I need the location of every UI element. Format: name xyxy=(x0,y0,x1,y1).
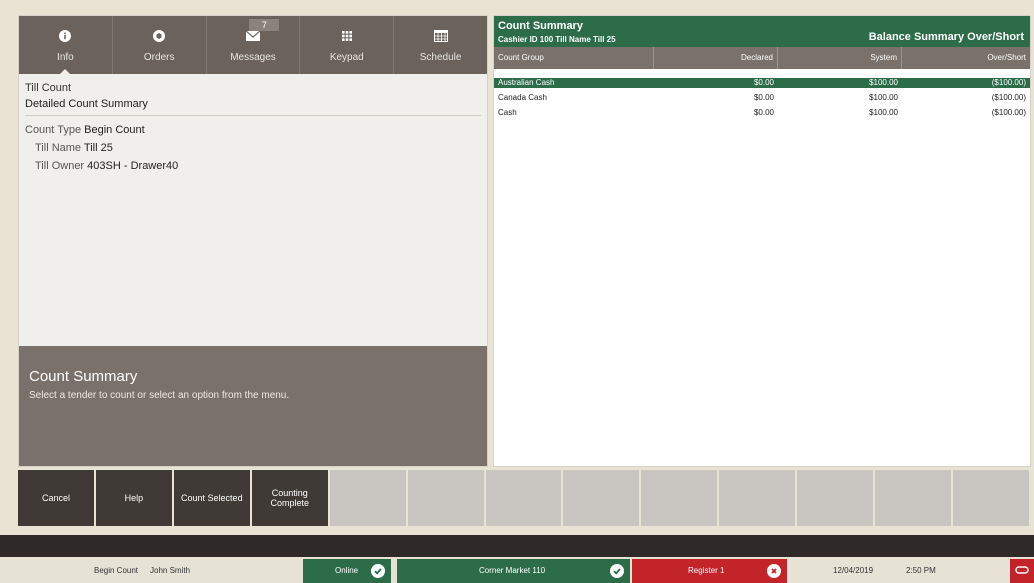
tab-messages[interactable]: 7 Messages xyxy=(207,16,301,74)
left-panel: Info Orders 7 Messages Keypad Schedule T… xyxy=(18,15,488,467)
tab-keypad[interactable]: Keypad xyxy=(300,16,395,74)
till-count-heading: Till Count xyxy=(25,82,72,94)
status-date: 12/04/2019 xyxy=(833,566,874,575)
counting-complete-line-2: Complete xyxy=(270,498,309,508)
power-icon xyxy=(1015,566,1029,576)
count-summary-box: Count Summary Select a tender to count o… xyxy=(19,346,487,466)
status-bar: Begin Count John Smith Online Corner Mar… xyxy=(0,559,1034,583)
status-time: 2:50 PM xyxy=(906,566,936,575)
store-status[interactable]: Corner Market 110 xyxy=(397,559,630,583)
top-nav: Info Orders 7 Messages Keypad Schedule xyxy=(19,16,487,75)
status-user: John Smith xyxy=(150,566,191,575)
counting-complete-button-label: Counting Complete xyxy=(270,488,309,508)
empty-action-slot xyxy=(329,470,406,526)
cancel-button[interactable]: Cancel xyxy=(18,470,94,526)
empty-action-slot xyxy=(407,470,484,526)
table-row[interactable]: Canada Cash $0.00 $100.00 ($100.00) xyxy=(494,93,1030,103)
help-button[interactable]: Help xyxy=(95,470,172,526)
col-declared: Declared xyxy=(654,47,778,69)
tab-orders[interactable]: Orders xyxy=(113,16,207,74)
table-header: Count Group Declared System Over/Short xyxy=(494,47,1030,69)
till-name-label: Till Name xyxy=(35,142,82,154)
empty-action-slot xyxy=(719,470,796,526)
tab-messages-label: Messages xyxy=(230,51,276,63)
empty-action-slot xyxy=(641,470,718,526)
row-system: $100.00 xyxy=(869,93,898,102)
row-over-short: ($100.00) xyxy=(991,93,1026,102)
row-count-group: Australian Cash xyxy=(498,78,555,87)
info-icon xyxy=(57,28,73,44)
register-status[interactable]: Register 1 xyxy=(632,559,787,583)
balance-summary-title: Balance Summary Over/Short xyxy=(868,31,1024,43)
row-over-short: ($100.00) xyxy=(991,78,1026,87)
balance-header-subtitle: Cashier ID 100 Till Name Till 25 xyxy=(498,35,616,44)
empty-action-slot xyxy=(875,470,952,526)
till-owner-row: Till Owner 403SH - Drawer40 xyxy=(35,160,178,172)
count-type-row: Count Type Begin Count xyxy=(25,124,145,136)
col-over-short: Over/Short xyxy=(987,53,1026,62)
empty-action-slot xyxy=(953,470,1029,526)
balance-header-title: Count Summary xyxy=(498,20,583,32)
counting-complete-line-1: Counting xyxy=(271,488,308,498)
tab-orders-label: Orders xyxy=(143,51,175,63)
balance-header: Count Summary Cashier ID 100 Till Name T… xyxy=(494,16,1030,47)
till-name-row: Till Name Till 25 xyxy=(35,142,113,154)
store-status-label: Corner Market 110 xyxy=(479,566,546,575)
tab-info-label: Info xyxy=(57,51,74,63)
row-declared: $0.00 xyxy=(753,78,774,87)
empty-action-slot xyxy=(797,470,874,526)
check-icon xyxy=(371,564,385,578)
count-summary-title: Count Summary xyxy=(29,368,138,385)
empty-action-slot xyxy=(485,470,562,526)
divider-band xyxy=(0,535,1034,557)
row-system: $100.00 xyxy=(869,78,898,87)
error-x-icon xyxy=(767,564,781,578)
schedule-icon xyxy=(433,28,449,44)
detailed-count-summary-heading: Detailed Count Summary xyxy=(25,98,481,116)
row-count-group: Cash xyxy=(498,108,517,117)
power-button[interactable] xyxy=(1010,559,1034,583)
online-status-label: Online xyxy=(335,566,359,575)
action-bar: Cancel Help Count Selected Counting Comp… xyxy=(18,470,1029,526)
messages-count-badge: 7 xyxy=(249,19,280,31)
keypad-icon xyxy=(339,28,355,44)
help-button-label: Help xyxy=(124,493,144,503)
table-row[interactable]: Cash $0.00 $100.00 ($100.00) xyxy=(494,108,1030,118)
table-row[interactable]: Australian Cash $0.00 $100.00 ($100.00) xyxy=(494,78,1030,88)
status-mode: Begin Count xyxy=(94,566,139,575)
row-declared: $0.00 xyxy=(753,108,774,117)
till-owner-label: Till Owner xyxy=(35,160,85,172)
row-count-group: Canada Cash xyxy=(498,93,547,102)
col-count-group: Count Group xyxy=(494,47,654,69)
till-owner-value: 403SH - Drawer40 xyxy=(87,160,179,172)
empty-action-slot xyxy=(563,470,640,526)
count-type-label: Count Type xyxy=(25,124,82,136)
count-summary-message: Select a tender to count or select an op… xyxy=(29,390,290,401)
cancel-button-label: Cancel xyxy=(41,493,70,503)
tab-schedule-label: Schedule xyxy=(419,51,462,63)
row-over-short: ($100.00) xyxy=(991,108,1026,117)
tab-info[interactable]: Info xyxy=(19,16,113,75)
register-status-label: Register 1 xyxy=(688,566,725,575)
check-icon xyxy=(610,564,624,578)
online-status[interactable]: Online xyxy=(303,559,391,583)
right-panel: Count Summary Cashier ID 100 Till Name T… xyxy=(493,15,1031,467)
till-name-value: Till 25 xyxy=(83,142,113,154)
tab-schedule[interactable]: Schedule xyxy=(394,16,487,74)
count-selected-button[interactable]: Count Selected xyxy=(173,470,250,526)
row-system: $100.00 xyxy=(869,108,898,117)
count-selected-button-label: Count Selected xyxy=(181,493,243,503)
pos-app: Info Orders 7 Messages Keypad Schedule T… xyxy=(0,0,1034,583)
col-system: System xyxy=(778,47,902,69)
orders-icon xyxy=(151,28,167,44)
tab-keypad-label: Keypad xyxy=(329,51,364,63)
row-declared: $0.00 xyxy=(753,93,774,102)
count-type-value: Begin Count xyxy=(84,124,145,136)
counting-complete-button[interactable]: Counting Complete xyxy=(251,470,328,526)
